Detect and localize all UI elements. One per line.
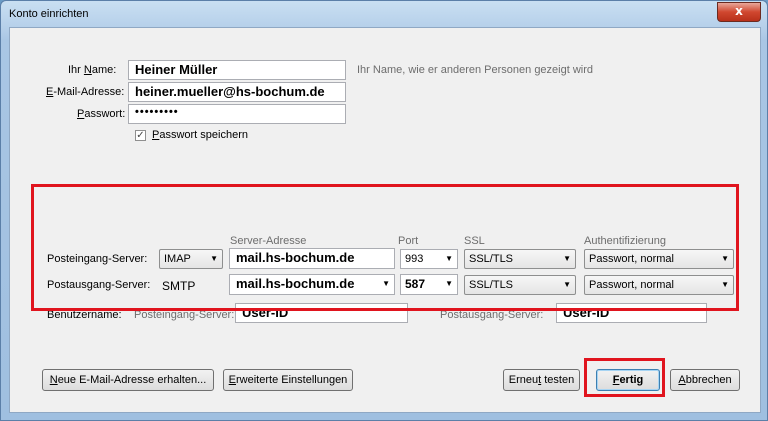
name-field[interactable]: Heiner Müller — [128, 60, 346, 80]
dialog-window: Konto einrichten x Ihr Name: Heiner Müll… — [0, 0, 768, 421]
close-icon: x — [735, 4, 743, 18]
new-email-address-button[interactable]: Neue E-Mail-Adresse erhalten... — [42, 369, 214, 391]
check-icon: ✓ — [136, 130, 145, 141]
name-hint: Ihr Name, wie er anderen Personen gezeig… — [357, 64, 594, 76]
email-field[interactable]: heiner.mueller@hs-bochum.de — [128, 82, 346, 102]
window-title: Konto einrichten — [9, 8, 89, 20]
advanced-settings-button[interactable]: Erweiterte Einstellungen — [223, 369, 353, 391]
save-password-checkbox[interactable]: ✓ — [135, 130, 146, 141]
server-settings-highlight — [31, 184, 739, 311]
retest-button[interactable]: Erneut testen — [503, 369, 580, 391]
close-button[interactable]: x — [717, 2, 761, 22]
cancel-button[interactable]: Abbrechen — [670, 369, 740, 391]
password-field[interactable]: ••••••••• — [128, 104, 346, 124]
title-bar[interactable]: Konto einrichten x — [1, 1, 767, 27]
password-label: Passwort: — [77, 108, 126, 120]
name-label: Ihr Name: — [68, 64, 117, 76]
email-label: E-Mail-Adresse: — [46, 86, 125, 98]
save-password-label[interactable]: Passwort speichern — [152, 129, 248, 141]
done-button-highlight — [584, 358, 665, 397]
